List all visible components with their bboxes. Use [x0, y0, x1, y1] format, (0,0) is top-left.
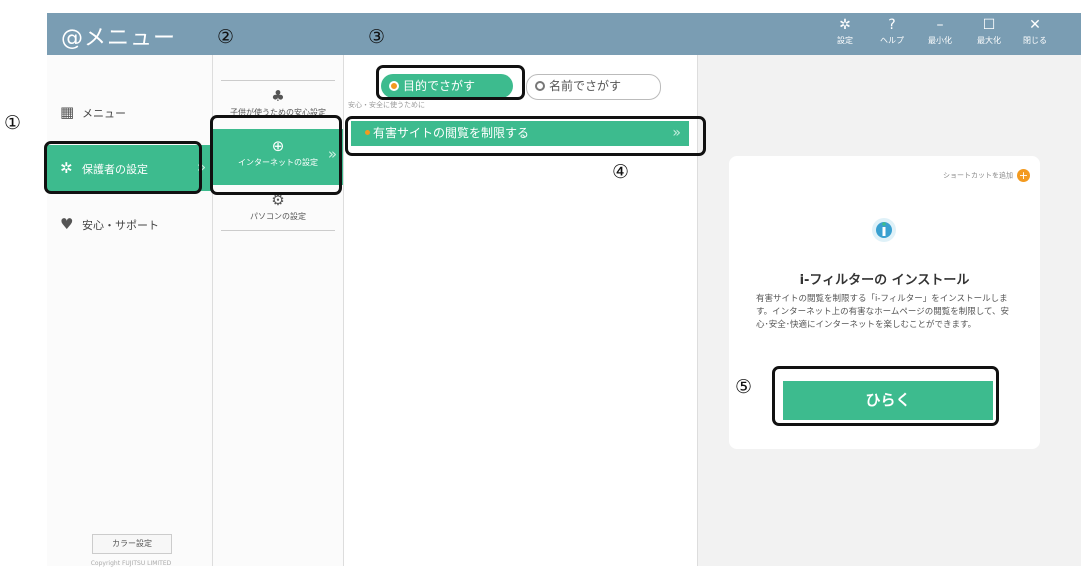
close-icon: ✕: [1029, 17, 1041, 33]
app-title: @メニュー: [61, 26, 177, 51]
tab-search-by-name[interactable]: 名前でさがす: [526, 74, 661, 100]
annotation-number-2: ②: [217, 26, 235, 48]
subnav-item-pc-settings[interactable]: ⚙ パソコンの設定: [213, 191, 343, 222]
sidebar-item-menu[interactable]: ▦ メニュー: [47, 89, 212, 135]
maximize-icon: ☐: [982, 17, 996, 33]
minimize-button[interactable]: – 最小化: [920, 17, 960, 51]
settings-button[interactable]: ✲ 設定: [825, 17, 865, 51]
sidebar: ▦ メニュー ✲ 保護者の設定 » ♥ 安心・サポート カラー設定 Copyri…: [47, 55, 213, 567]
annotation-highlight-2: [210, 115, 342, 195]
title-bar: @メニュー ✲ 設定 ? ヘルプ – 最小化 ☐ 最大化 ✕ 閉じる: [47, 13, 1081, 55]
close-button[interactable]: ✕ 閉じる: [1015, 17, 1055, 51]
card-title: i-フィルターの インストール: [799, 273, 970, 288]
annotation-number-1: ①: [4, 112, 22, 134]
color-settings-button[interactable]: カラー設定: [92, 534, 172, 554]
divider: [221, 230, 335, 231]
radio-unselected-icon: [535, 80, 545, 91]
i-filter-icon: [872, 218, 896, 242]
heart-icon: ♥: [60, 215, 74, 233]
help-button[interactable]: ? ヘルプ: [872, 17, 912, 51]
annotation-highlight-4: [345, 116, 706, 156]
section-heading: 安心・安全に使うために: [348, 101, 425, 108]
grid-icon: ▦: [60, 103, 75, 121]
maximize-button[interactable]: ☐ 最大化: [969, 17, 1009, 51]
annotation-highlight-1: [44, 141, 202, 194]
subnav-item-child-safety[interactable]: ♣ 子供が使うための安心設定: [213, 87, 343, 118]
help-icon: ?: [888, 17, 896, 33]
minimize-icon: –: [936, 17, 944, 33]
club-icon: ♣: [271, 87, 285, 105]
annotation-highlight-5: [772, 366, 999, 426]
annotation-highlight-3: [376, 65, 525, 100]
add-shortcut-button[interactable]: ショートカットを追加 +: [943, 169, 1030, 182]
annotation-number-4: ④: [612, 161, 630, 183]
divider: [221, 80, 335, 81]
app-window: @メニュー ✲ 設定 ? ヘルプ – 最小化 ☐ 最大化 ✕ 閉じる ▦ メニュ…: [47, 13, 1081, 567]
sidebar-item-support[interactable]: ♥ 安心・サポート: [47, 201, 212, 247]
gear-icon: ✲: [839, 17, 851, 33]
annotation-number-5: ⑤: [735, 376, 753, 398]
detail-panel: ショートカットを追加 + i-フィルターの インストール 有害サイトの閲覧を制限す…: [698, 55, 1081, 566]
plus-icon: +: [1017, 169, 1030, 182]
card-description: 有害サイトの閲覧を制限する「i-フィルター」をインストールします。インターネット…: [756, 294, 1010, 330]
annotation-number-3: ③: [368, 26, 386, 48]
